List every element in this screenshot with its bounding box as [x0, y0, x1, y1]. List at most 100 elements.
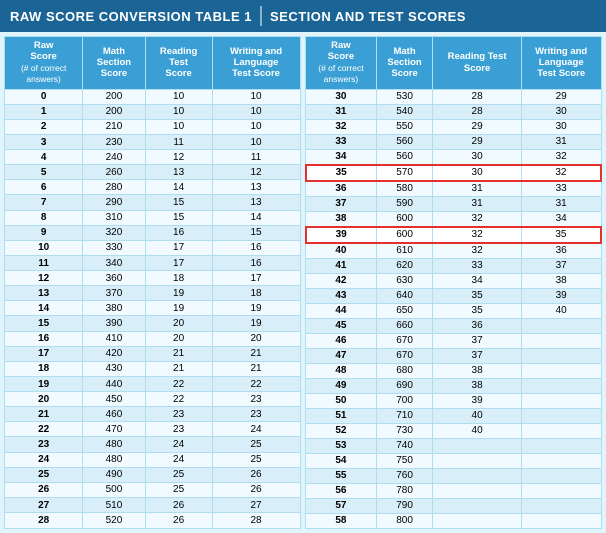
table-cell: 14: [5, 301, 83, 316]
table-cell: 19: [145, 301, 212, 316]
table-row: 113401716: [5, 255, 301, 270]
table-cell: 590: [376, 196, 432, 211]
table-cell: 620: [376, 258, 432, 273]
table-cell: 580: [376, 181, 432, 197]
table-cell: 790: [376, 498, 432, 513]
table-cell: 340: [83, 255, 145, 270]
table-row: 143801919: [5, 301, 301, 316]
table-cell: 32: [521, 149, 601, 165]
table-row: 365803133: [306, 181, 602, 197]
table-row: 446503540: [306, 303, 602, 318]
table-cell: 21: [212, 346, 300, 361]
table-cell: 710: [376, 408, 432, 423]
table-cell: 24: [145, 452, 212, 467]
table-cell: 15: [145, 195, 212, 210]
table-cell: 30: [521, 119, 601, 134]
header-left: RAW SCORE CONVERSION TABLE 1: [10, 9, 252, 24]
table-cell: 54: [306, 453, 377, 468]
col-math-2: MathSectionScore: [376, 37, 432, 90]
table-cell: 670: [376, 333, 432, 348]
table-cell: 24: [145, 437, 212, 452]
table-row: 315402830: [306, 104, 602, 119]
table-cell: 210: [83, 119, 145, 134]
table-cell: 35: [306, 165, 377, 181]
table-cell: 26: [145, 497, 212, 512]
table-cell: 46: [306, 333, 377, 348]
table-row: 204502223: [5, 392, 301, 407]
table-cell: 36: [433, 318, 522, 333]
table-cell: 13: [212, 195, 300, 210]
table-cell: 480: [83, 437, 145, 452]
table-cell: 23: [212, 392, 300, 407]
table-cell: 25: [145, 467, 212, 482]
table-row: 224702324: [5, 422, 301, 437]
table-cell: 30: [433, 165, 522, 181]
table-cell: 12: [5, 271, 83, 286]
table-cell: 44: [306, 303, 377, 318]
table-cell: 390: [83, 316, 145, 331]
table-row: 55760: [306, 468, 602, 483]
table-cell: [521, 438, 601, 453]
table-cell: 2: [5, 119, 83, 134]
table-cell: 32: [433, 211, 522, 227]
col-reading-1: ReadingTestScore: [145, 37, 212, 90]
table-cell: 25: [145, 482, 212, 497]
table-cell: 36: [306, 181, 377, 197]
table-cell: 22: [212, 376, 300, 391]
table-cell: 13: [145, 165, 212, 180]
table-cell: 39: [306, 227, 377, 243]
table-cell: 25: [212, 437, 300, 452]
table-row: 4868038: [306, 363, 602, 378]
table-cell: 780: [376, 483, 432, 498]
table-row: 174202121: [5, 346, 301, 361]
table-cell: 29: [433, 134, 522, 149]
table-row: 164102020: [5, 331, 301, 346]
table-cell: [521, 453, 601, 468]
table-cell: 37: [306, 196, 377, 211]
table-cell: 320: [83, 225, 145, 240]
header-right: SECTION AND TEST SCORES: [270, 9, 466, 24]
table-cell: 38: [306, 211, 377, 227]
table-cell: 8: [5, 210, 83, 225]
table-row: 5070039: [306, 393, 602, 408]
table-cell: 15: [145, 210, 212, 225]
table-row: 103301716: [5, 240, 301, 255]
table-cell: 460: [83, 407, 145, 422]
table-row: 123601817: [5, 271, 301, 286]
table-row: 416203337: [306, 258, 602, 273]
table-cell: 16: [212, 255, 300, 270]
table-cell: 18: [212, 286, 300, 301]
table-cell: 560: [376, 134, 432, 149]
table-cell: 29: [521, 89, 601, 104]
table-cell: 600: [376, 211, 432, 227]
table-cell: 18: [145, 271, 212, 286]
table-cell: 29: [433, 119, 522, 134]
table-cell: [521, 333, 601, 348]
table-cell: 52: [306, 423, 377, 438]
table-cell: 39: [521, 288, 601, 303]
table-cell: 31: [521, 196, 601, 211]
table-cell: 19: [145, 286, 212, 301]
table-cell: 550: [376, 119, 432, 134]
table-cell: 200: [83, 89, 145, 104]
table-row: 42401211: [5, 150, 301, 165]
table-cell: 23: [212, 407, 300, 422]
table-cell: 43: [306, 288, 377, 303]
table-cell: 370: [83, 286, 145, 301]
table-cell: 230: [83, 134, 145, 149]
table-cell: 490: [83, 467, 145, 482]
table-cell: 260: [83, 165, 145, 180]
table-row: 57790: [306, 498, 602, 513]
table-cell: 10: [145, 89, 212, 104]
table-cell: [521, 348, 601, 363]
table-cell: 51: [306, 408, 377, 423]
table-cell: 200: [83, 104, 145, 119]
table-cell: 430: [83, 361, 145, 376]
table-cell: [521, 408, 601, 423]
table-row: 5171040: [306, 408, 602, 423]
table-cell: 17: [145, 255, 212, 270]
table-cell: 22: [5, 422, 83, 437]
table-cell: 23: [145, 422, 212, 437]
table-row: 305302829: [306, 89, 602, 104]
table-row: 12001010: [5, 104, 301, 119]
